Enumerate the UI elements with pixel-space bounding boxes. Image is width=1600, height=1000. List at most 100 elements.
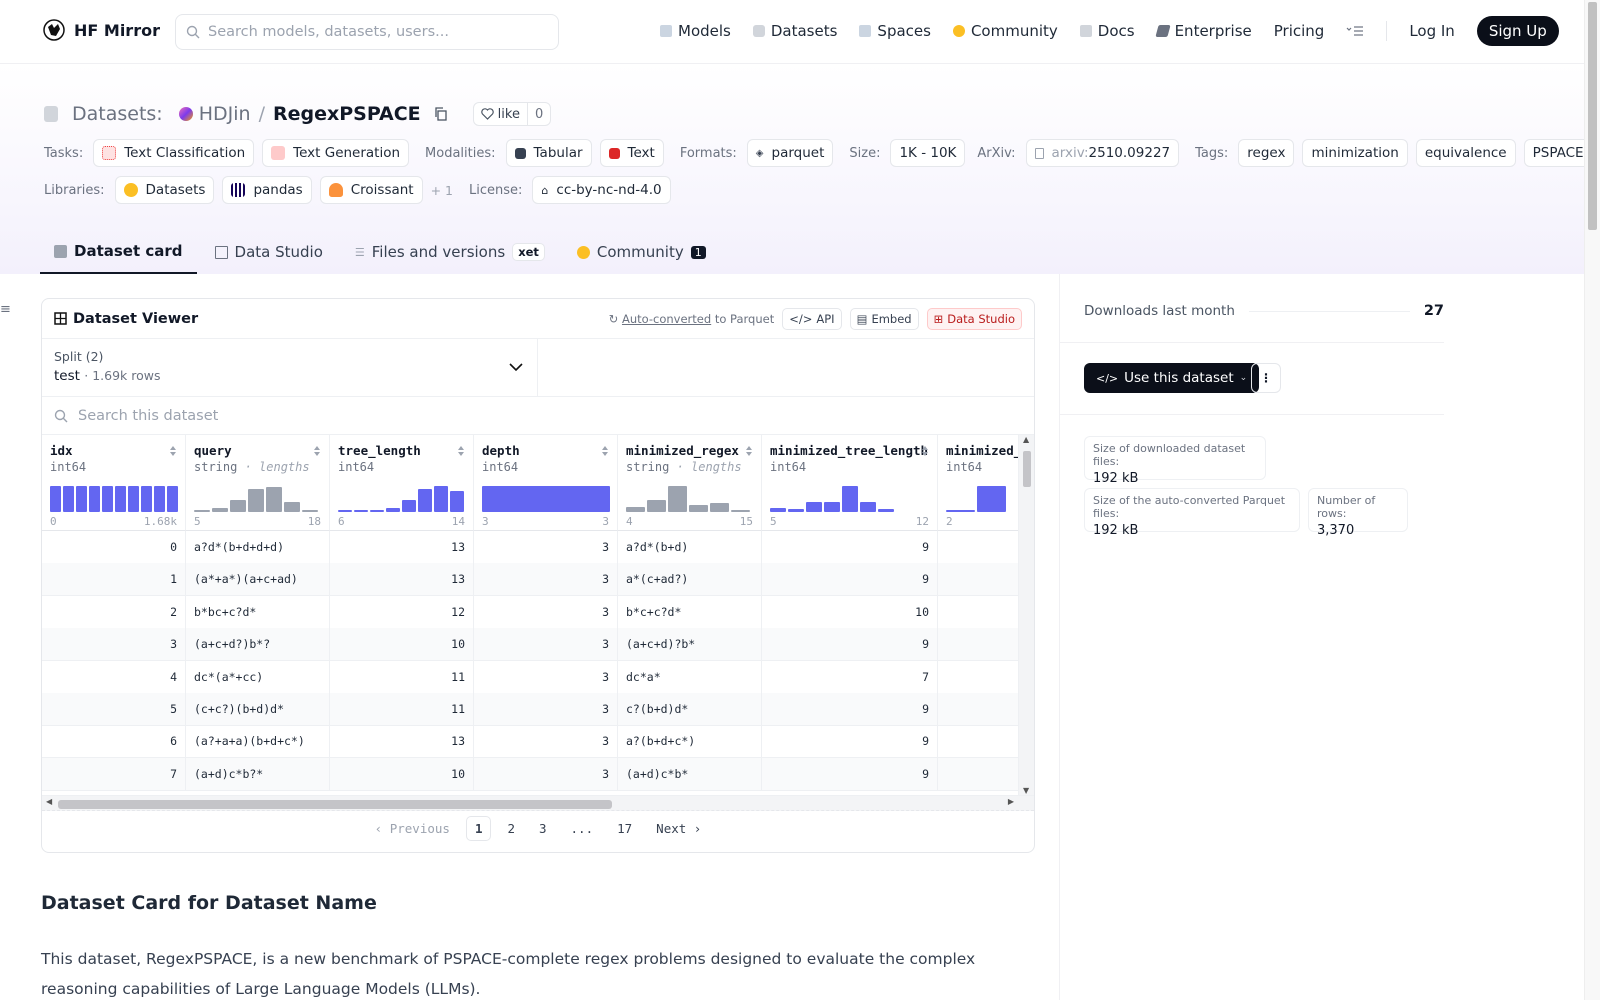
- histogram-bar[interactable]: [194, 510, 210, 512]
- histogram-bar[interactable]: [167, 486, 178, 512]
- page-17-button[interactable]: 17: [609, 817, 640, 840]
- table-cell[interactable]: a?d*(b+d): [618, 531, 762, 563]
- table-cell[interactable]: a*(c+ad?): [618, 563, 762, 596]
- histogram-bar[interactable]: [770, 508, 786, 512]
- table-cell[interactable]: 5: [42, 693, 186, 725]
- table-cell[interactable]: 13: [330, 725, 474, 758]
- table-cell[interactable]: (a*+a*)(a+c+ad): [186, 563, 330, 596]
- histogram-bar[interactable]: [824, 502, 840, 512]
- histogram-bar[interactable]: [50, 486, 61, 512]
- table-cell[interactable]: 2: [42, 595, 186, 628]
- histogram-bar[interactable]: [977, 486, 1006, 512]
- copy-icon[interactable]: [433, 106, 449, 122]
- histogram-bar[interactable]: [154, 486, 165, 512]
- scroll-down-arrow[interactable]: ▼: [1023, 786, 1029, 795]
- page-scrollbar[interactable]: [1584, 0, 1600, 1000]
- column-header-minimized-regex[interactable]: minimized_regex string · lengths 4 15: [618, 435, 762, 531]
- histogram-bar[interactable]: [338, 510, 352, 512]
- scroll-up-arrow[interactable]: ▲: [1023, 435, 1029, 444]
- table-cell[interactable]: 13: [330, 531, 474, 563]
- table-cell[interactable]: 3: [474, 595, 618, 628]
- histogram-bar[interactable]: [402, 500, 416, 512]
- table-row[interactable]: 0 a?d*(b+d+d+d) 13 3 a?d*(b+d) 9: [42, 531, 1034, 564]
- owner-link[interactable]: HDJin: [199, 103, 251, 125]
- column-header-minimized-tree-length[interactable]: minimized_tree_length int64 5 12: [762, 435, 938, 531]
- tab-files[interactable]: ☰ Files and versions xet: [341, 230, 559, 274]
- more-options-button[interactable]: ⋮: [1251, 363, 1281, 393]
- histogram-bar[interactable]: [626, 507, 645, 512]
- table-cell[interactable]: 9: [762, 563, 938, 596]
- histogram-bar[interactable]: [302, 510, 318, 512]
- table-cell[interactable]: 9: [762, 628, 938, 661]
- table-row[interactable]: 5 (c+c?)(b+d)d* 11 3 c?(b+d)d* 9: [42, 693, 1034, 726]
- nav-enterprise[interactable]: Enterprise: [1154, 22, 1252, 40]
- tab-dataset-card[interactable]: Dataset card: [40, 230, 197, 274]
- table-cell[interactable]: 4: [42, 660, 186, 693]
- histogram-bar[interactable]: [266, 487, 282, 512]
- split-selector[interactable]: Split (2) test · 1.69k rows: [42, 339, 538, 396]
- histogram-bar[interactable]: [63, 486, 74, 512]
- brand[interactable]: HF Mirror: [42, 18, 160, 42]
- section-label[interactable]: Datasets:: [72, 103, 163, 125]
- table-cell[interactable]: 3: [474, 693, 618, 725]
- table-cell[interactable]: 9: [762, 725, 938, 758]
- histogram-bar[interactable]: [386, 508, 400, 512]
- histogram-bar[interactable]: [668, 486, 687, 512]
- like-button[interactable]: like 0: [472, 102, 552, 126]
- table-cell[interactable]: dc*a*: [618, 660, 762, 693]
- vertical-scroll-thumb[interactable]: [1023, 451, 1031, 487]
- nav-more-menu[interactable]: [1346, 25, 1364, 37]
- tag-pspace[interactable]: PSPACE: [1523, 139, 1593, 167]
- task-tag-text-classification[interactable]: Text Classification: [93, 139, 255, 167]
- table-cell[interactable]: 12: [330, 595, 474, 628]
- table-cell[interactable]: 1: [42, 563, 186, 596]
- page-3-button[interactable]: 3: [531, 817, 555, 840]
- histogram-bar[interactable]: [946, 510, 975, 512]
- modality-tag-tabular[interactable]: Tabular: [505, 139, 592, 167]
- table-row[interactable]: 2 b*bc+c?d* 12 3 b*c+c?d* 10: [42, 595, 1034, 629]
- previous-page-button[interactable]: ‹ Previous: [367, 817, 458, 840]
- table-cell[interactable]: (a+d)c*b*: [618, 757, 762, 790]
- sort-icon[interactable]: [457, 445, 465, 457]
- scroll-left-arrow[interactable]: ◀: [46, 797, 52, 806]
- histogram-bar[interactable]: [354, 510, 368, 512]
- task-tag-text-generation[interactable]: Text Generation: [262, 139, 410, 167]
- table-cell[interactable]: (c+c?)(b+d)d*: [186, 693, 330, 725]
- table-cell[interactable]: 10: [762, 595, 938, 628]
- histogram-bar[interactable]: [76, 486, 87, 512]
- table-cell[interactable]: 6: [42, 725, 186, 758]
- table-cell[interactable]: (a?+a+a)(b+d+c*): [186, 725, 330, 758]
- global-search[interactable]: [175, 14, 559, 50]
- histogram-bar[interactable]: [842, 486, 858, 512]
- nav-docs[interactable]: Docs: [1079, 22, 1135, 40]
- histogram-bar[interactable]: [450, 491, 464, 512]
- library-tag-croissant[interactable]: Croissant: [319, 176, 423, 204]
- nav-community[interactable]: Community: [952, 22, 1058, 40]
- column-header-depth[interactable]: depth int64 3 3: [474, 435, 618, 531]
- toc-toggle-icon[interactable]: ≡: [0, 302, 11, 317]
- table-cell[interactable]: 10: [330, 757, 474, 790]
- signup-button[interactable]: Sign Up: [1476, 16, 1559, 46]
- nav-models[interactable]: Models: [660, 22, 731, 40]
- tab-community[interactable]: Community 1: [563, 230, 720, 274]
- table-cell[interactable]: c?(b+d)d*: [618, 693, 762, 725]
- histogram-bar[interactable]: [482, 486, 610, 512]
- tag-equivalence[interactable]: equivalence: [1415, 139, 1516, 167]
- global-search-input[interactable]: [208, 24, 538, 40]
- sort-icon[interactable]: [745, 445, 753, 457]
- table-cell[interactable]: (a+c+d)?b*: [618, 628, 762, 661]
- histogram-bar[interactable]: [788, 509, 804, 512]
- column-header-idx[interactable]: idx int64 0 1.68k: [42, 435, 186, 531]
- tab-data-studio[interactable]: Data Studio: [201, 230, 337, 274]
- table-row[interactable]: 7 (a+d)c*b?* 10 3 (a+d)c*b* 9: [42, 757, 1034, 791]
- histogram-bar[interactable]: [115, 486, 126, 512]
- format-tag-parquet[interactable]: ◈ parquet: [746, 139, 834, 167]
- table-cell[interactable]: 7: [762, 660, 938, 693]
- dataset-search[interactable]: [42, 397, 1034, 435]
- sort-icon[interactable]: [169, 445, 177, 457]
- dataset-search-input[interactable]: [78, 407, 678, 424]
- histogram-bar[interactable]: [710, 503, 729, 512]
- repo-name[interactable]: RegexPSPACE: [273, 103, 421, 125]
- table-cell[interactable]: 9: [762, 693, 938, 725]
- column-header-tree-length[interactable]: tree_length int64 6 14: [330, 435, 474, 531]
